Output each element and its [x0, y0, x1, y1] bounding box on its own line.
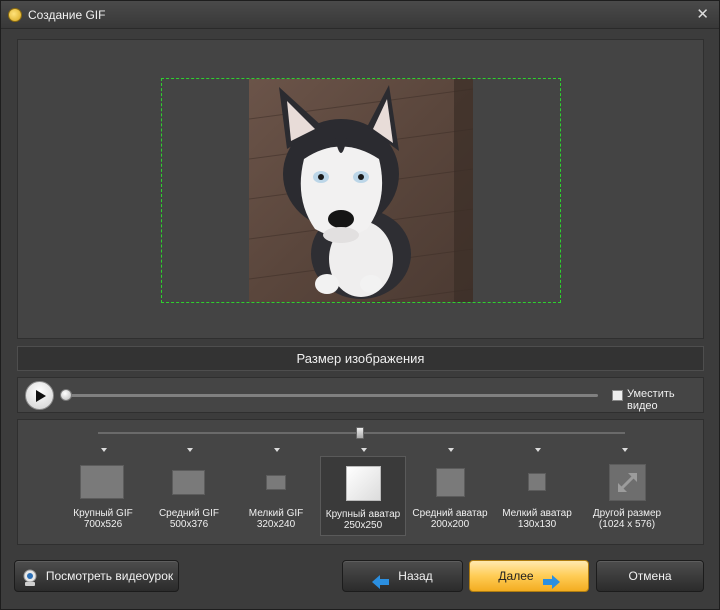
image-size-header: Размер изображения — [17, 346, 704, 371]
window-title: Создание GIF — [28, 8, 106, 22]
size-preview-box — [609, 464, 646, 501]
fit-video-label: Уместить видео — [627, 388, 675, 412]
video-preview — [17, 39, 704, 339]
size-name: Крупный аватар — [325, 509, 401, 520]
size-large-avatar[interactable]: Крупный аватар 250x250 — [320, 456, 406, 536]
next-label: Далее — [498, 569, 534, 583]
size-name: Средний аватар — [412, 508, 488, 519]
watch-tutorial-label: Посмотреть видеоурок — [45, 569, 174, 583]
arrow-left-icon — [372, 570, 390, 589]
close-icon[interactable]: ✕ — [696, 5, 709, 23]
size-preview-box — [266, 475, 286, 490]
arrow-right-icon — [542, 570, 560, 589]
size-preview-box — [346, 466, 381, 501]
size-preview-box — [172, 470, 205, 495]
size-dim: 130x130 — [517, 519, 557, 530]
size-tick-marker — [535, 448, 541, 452]
size-dim: 250x250 — [343, 520, 383, 531]
back-label: Назад — [398, 569, 433, 583]
fit-video-checkbox[interactable] — [612, 390, 623, 401]
size-slider-handle[interactable] — [356, 427, 364, 439]
size-small-avatar[interactable]: Мелкий аватар 130x130 — [494, 457, 580, 535]
seek-track[interactable] — [64, 394, 598, 397]
play-icon — [36, 390, 46, 402]
player-bar: Уместить видео — [17, 377, 704, 413]
size-tick-marker — [448, 448, 454, 452]
size-large-gif[interactable]: Крупный GIF 700x526 — [60, 457, 146, 535]
size-small-gif[interactable]: Мелкий GIF 320x240 — [233, 457, 319, 535]
size-tick-marker — [622, 448, 628, 452]
size-medium-gif[interactable]: Средний GIF 500x376 — [146, 457, 232, 535]
back-button[interactable]: Назад — [342, 560, 463, 592]
size-tick-marker — [101, 448, 107, 452]
preview-image — [249, 79, 473, 302]
seek-handle[interactable] — [60, 389, 72, 401]
size-name: Крупный GIF — [73, 508, 133, 519]
expand-icon — [618, 473, 637, 492]
cancel-button[interactable]: Отмена — [596, 560, 704, 592]
size-dim: 500x376 — [169, 519, 209, 530]
size-name: Мелкий GIF — [248, 508, 304, 519]
size-presets-panel: Крупный GIF 700x526 Средний GIF 500x376 … — [17, 419, 704, 545]
size-tick-marker — [274, 448, 280, 452]
gif-creation-dialog: Создание GIF ✕ Размер изображения Умести… — [0, 0, 720, 610]
size-name: Мелкий аватар — [502, 508, 572, 519]
size-preview-box — [528, 473, 546, 491]
size-dim: 700x526 — [83, 519, 123, 530]
size-name: Средний GIF — [158, 508, 220, 519]
size-preview-box — [80, 465, 124, 499]
husky-photo — [249, 79, 473, 302]
size-tick-marker — [187, 448, 193, 452]
title-bar: Создание GIF ✕ — [1, 1, 719, 29]
size-medium-avatar[interactable]: Средний аватар 200x200 — [407, 457, 493, 535]
play-button[interactable] — [25, 381, 54, 410]
app-icon — [8, 8, 22, 22]
size-preview-box — [436, 468, 465, 497]
size-tick-marker — [361, 448, 367, 452]
next-button[interactable]: Далее — [469, 560, 589, 592]
size-dim: (1024 x 576) — [598, 519, 656, 530]
size-dim: 200x200 — [430, 519, 470, 530]
webcam-icon — [20, 568, 40, 586]
crop-frame[interactable] — [161, 78, 561, 303]
size-custom[interactable]: Другой размер (1024 x 576) — [584, 457, 670, 535]
size-name: Другой размер — [592, 508, 662, 519]
size-dim: 320x240 — [256, 519, 296, 530]
watch-tutorial-button[interactable]: Посмотреть видеоурок — [14, 560, 179, 592]
